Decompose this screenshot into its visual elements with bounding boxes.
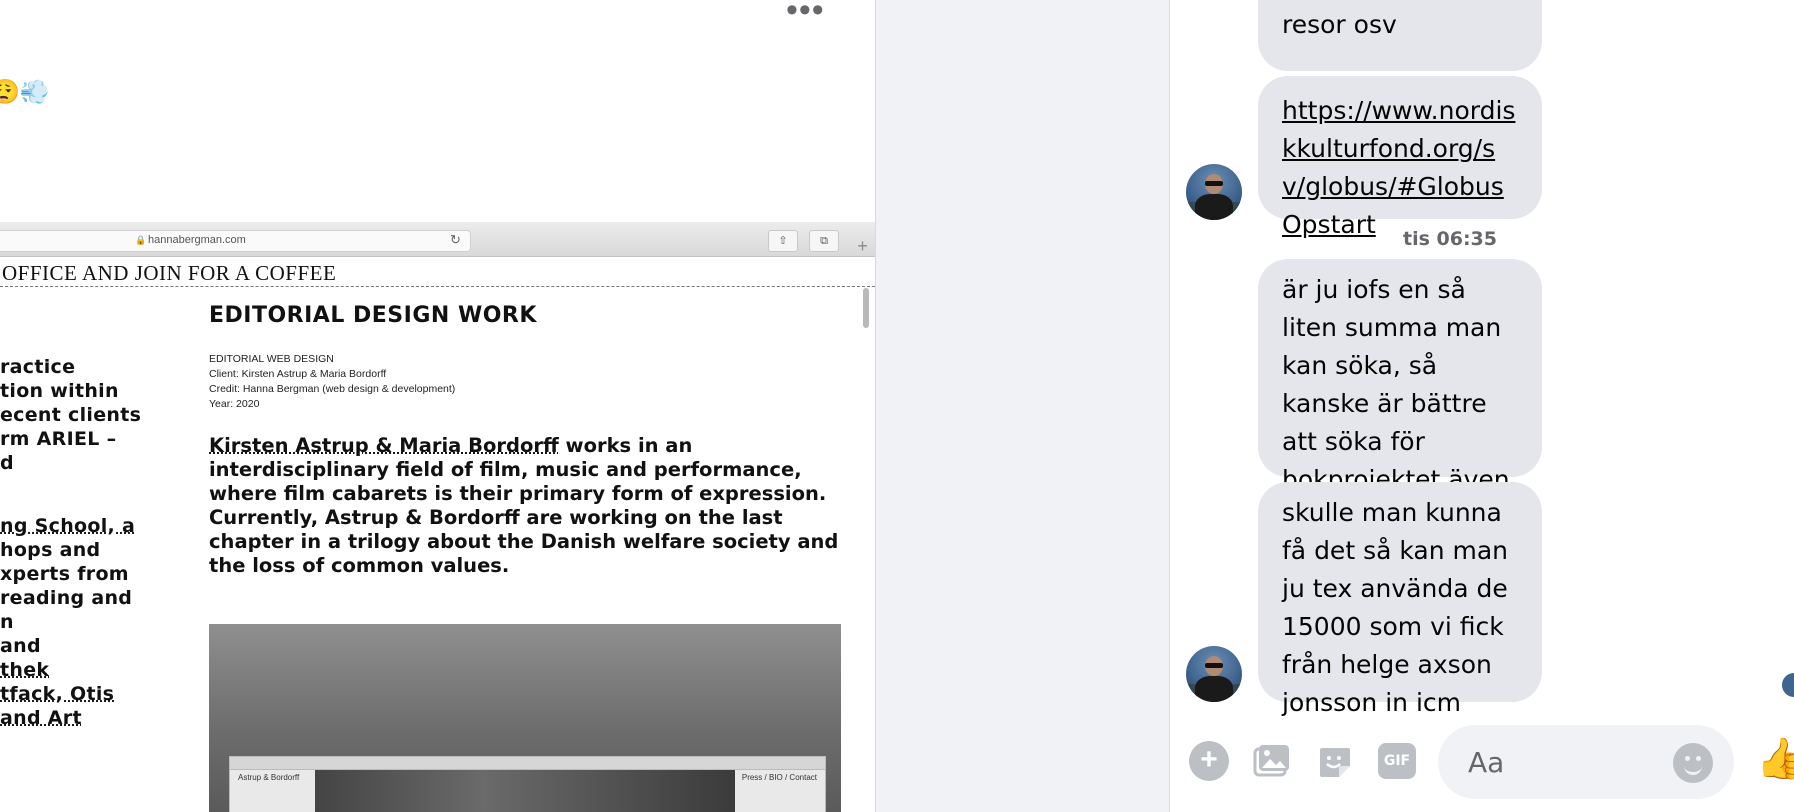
left-column-line: and: [0, 635, 41, 657]
left-column-line: d: [0, 452, 14, 474]
meta-line: Client: Kirsten Astrup & Maria Bordorff: [209, 368, 387, 380]
share-icon: ⇧: [768, 230, 798, 252]
read-receipt-avatar: [1782, 673, 1794, 697]
background-gutter: [876, 0, 1170, 812]
post-screenshot-image[interactable]: 🔒 hannabergman.com ↻ ⇧ ⧉ + OFFICE AND JO…: [0, 222, 875, 812]
inner-browser-bar: [230, 757, 825, 770]
scrollbar-thumb: [863, 288, 869, 328]
feed-post: ••• 😮‍💨💨 🔒 hannabergman.com ↻ ⇧ ⧉ + OFFI…: [0, 0, 875, 812]
message-timestamp: tis 06:35: [1403, 228, 1497, 250]
meta-line: Credit: Hanna Bergman (web design & deve…: [209, 383, 456, 395]
left-column-line: reading and: [0, 587, 133, 609]
left-column-line: and Art: [0, 707, 82, 729]
tabs-icon: ⧉: [809, 230, 839, 252]
inner-browser-mockup: Astrup & Bordorff Press / BIO / Contact: [229, 756, 826, 812]
body-link: Kirsten Astrup & Maria Bordorff: [209, 434, 559, 457]
message-link[interactable]: https://www.nordiskkulturfond.org/sv/glo…: [1282, 96, 1515, 239]
left-column-line: tion within: [0, 380, 119, 402]
inner-site-nav: Press / BIO / Contact: [741, 773, 817, 782]
message-composer: + GIF 👍: [1170, 720, 1794, 812]
body-paragraph: Kirsten Astrup & Maria Bordorff works in…: [209, 434, 849, 578]
left-text-column: ractice tion within ecent clients rm ARI…: [0, 222, 195, 812]
plus-circle-icon[interactable]: +: [1188, 740, 1230, 782]
meta-line: Year: 2020: [209, 398, 260, 410]
left-column-line: thek: [0, 659, 50, 681]
message-bubble[interactable]: https://www.nordiskkulturfond.org/sv/glo…: [1258, 76, 1542, 239]
reload-icon: ↻: [450, 232, 461, 247]
avatar[interactable]: [1186, 164, 1242, 220]
left-column-line: rm ARIEL –: [0, 428, 117, 450]
avatar[interactable]: [1186, 646, 1242, 702]
left-column-line: tfack, Otis: [0, 683, 115, 705]
left-column-line: n: [0, 611, 14, 633]
photo-icon[interactable]: [1250, 740, 1292, 782]
left-column-line: hops and: [0, 539, 101, 561]
left-column-line: ecent clients: [0, 404, 142, 426]
section-title: EDITORIAL DESIGN WORK: [209, 303, 537, 328]
message-bubble[interactable]: skulle man kunna få det så kan man ju te…: [1258, 482, 1542, 717]
message-text: bill typ enklare med resor osv: [1282, 0, 1532, 39]
new-tab-icon: +: [857, 236, 868, 256]
post-emoji-text: 😮‍💨💨: [0, 79, 50, 106]
gif-icon[interactable]: GIF: [1376, 740, 1418, 782]
left-column-line: ractice: [0, 356, 76, 378]
meta-line: EDITORIAL WEB DESIGN: [209, 353, 334, 365]
left-column-line: ng School, a: [0, 515, 136, 537]
left-column-line: xperts from: [0, 563, 129, 585]
project-photo: Astrup & Bordorff Press / BIO / Contact: [209, 624, 841, 812]
emoji-icon[interactable]: [1672, 742, 1714, 784]
sticker-icon[interactable]: [1313, 740, 1355, 782]
inner-hero-image: [315, 770, 735, 812]
message-text: skulle man kunna få det så kan man ju te…: [1282, 498, 1509, 717]
message-bubble[interactable]: är ju iofs en så liten summa man kan sök…: [1258, 259, 1542, 532]
inner-site-name: Astrup & Bordorff: [238, 773, 300, 782]
messenger-chat-panel: bill typ enklare med resor osv https://w…: [1170, 0, 1794, 812]
thumbs-up-icon[interactable]: 👍: [1756, 738, 1794, 780]
more-options-icon[interactable]: •••: [786, 0, 825, 27]
message-bubble[interactable]: bill typ enklare med resor osv: [1258, 0, 1542, 71]
